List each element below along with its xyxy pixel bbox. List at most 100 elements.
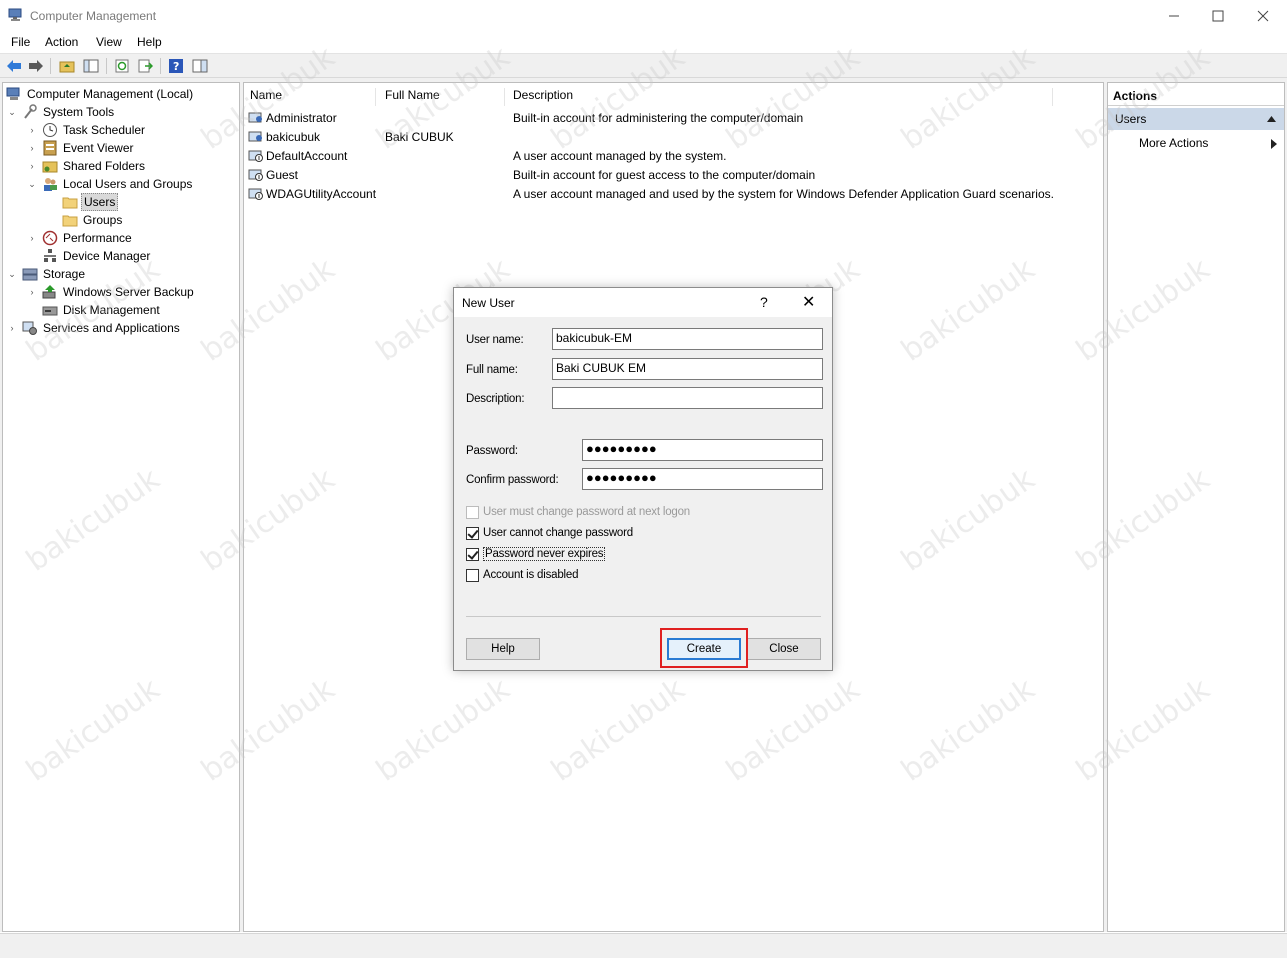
full-name-label: Full name: — [466, 364, 518, 376]
description-field[interactable] — [552, 387, 823, 409]
back-button[interactable] — [5, 57, 23, 75]
checkbox-box[interactable] — [466, 568, 479, 582]
account-disabled-checkbox[interactable]: Account is disabled — [466, 567, 578, 583]
close-dialog-button[interactable]: Close — [747, 638, 821, 660]
cannot-change-password-checkbox[interactable]: User cannot change password — [466, 525, 633, 541]
dialog-close-icon[interactable]: ✕ — [802, 292, 815, 312]
tree-item-shared-folders[interactable]: › Shared Folders — [26, 157, 147, 175]
chevron-right-icon[interactable]: › — [6, 323, 18, 333]
must-change-password-checkbox[interactable]: User must change password at next logon — [466, 504, 690, 520]
column-header-description[interactable]: Description — [507, 88, 1053, 106]
checkbox-label: User cannot change password — [483, 527, 633, 539]
console-tree-icon — [83, 59, 99, 73]
more-actions-item[interactable]: More Actions — [1139, 136, 1279, 152]
description-cell: Built-in account for administering the c… — [513, 111, 804, 125]
tree-item-computer-management[interactable]: Computer Management (Local) — [6, 85, 195, 103]
chevron-right-icon[interactable]: › — [26, 161, 38, 171]
folder-icon — [62, 212, 78, 228]
more-actions-label: More Actions — [1139, 136, 1209, 150]
toolbar-separator — [106, 58, 107, 74]
forward-button[interactable] — [27, 57, 45, 75]
tree-item-services-and-applications[interactable]: › Services and Applications — [6, 319, 182, 337]
table-row[interactable]: bakicubuk Baki CUBUK — [248, 128, 1098, 147]
clock-icon — [42, 122, 58, 138]
dialog-title-bar: New User ? ✕ — [454, 288, 832, 317]
actions-section-users[interactable]: Users — [1108, 108, 1284, 130]
backup-icon — [42, 284, 58, 300]
menu-file[interactable]: File — [11, 35, 30, 49]
tree-item-task-scheduler[interactable]: › Task Scheduler — [26, 121, 147, 139]
column-header-name[interactable]: Name — [244, 88, 376, 106]
collapse-up-icon[interactable] — [1267, 116, 1276, 122]
tree-item-local-users-and-groups[interactable]: ⌄ Local Users and Groups — [26, 175, 194, 193]
checkbox-box[interactable] — [466, 505, 479, 519]
status-bar — [0, 933, 1287, 958]
menu-action[interactable]: Action — [45, 35, 78, 49]
tree-item-users[interactable]: Users — [62, 193, 119, 211]
user-name-label: User name: — [466, 334, 524, 346]
table-row[interactable]: Administrator Built-in account for admin… — [248, 109, 1098, 128]
menu-bar: File Action View Help — [0, 31, 1287, 53]
tree-item-label: Shared Folders — [63, 159, 146, 173]
tree-item-label: Event Viewer — [63, 141, 134, 155]
help-button[interactable]: ? — [167, 57, 185, 75]
user-name-cell: bakicubuk — [266, 130, 321, 144]
tree-item-label: Task Scheduler — [63, 123, 146, 137]
refresh-button[interactable] — [113, 57, 131, 75]
dialog-help-icon[interactable]: ? — [760, 294, 768, 310]
disabled-user-icon — [248, 188, 263, 200]
toolbar: ? — [0, 53, 1287, 78]
menu-view[interactable]: View — [96, 35, 122, 49]
actions-header: Actions — [1108, 86, 1284, 106]
show-hide-tree-button[interactable] — [82, 57, 100, 75]
user-name-cell: DefaultAccount — [266, 149, 348, 163]
up-level-button[interactable] — [58, 57, 76, 75]
tree-item-storage[interactable]: ⌄ Storage — [6, 265, 87, 283]
chevron-right-icon[interactable]: › — [26, 143, 38, 153]
minimize-icon — [1169, 15, 1179, 16]
tree-item-label: Disk Management — [63, 303, 160, 317]
tree-item-event-viewer[interactable]: › Event Viewer — [26, 139, 135, 157]
actions-pane — [1107, 82, 1285, 932]
show-action-pane-button[interactable] — [191, 57, 209, 75]
user-name-field[interactable]: bakicubuk-EM — [552, 328, 823, 350]
user-name-cell: Administrator — [266, 111, 337, 125]
folder-icon — [62, 194, 78, 210]
table-row[interactable]: DefaultAccount A user account managed by… — [248, 147, 1098, 166]
minimize-button[interactable] — [1151, 0, 1197, 31]
tree-item-device-manager[interactable]: Device Manager — [42, 247, 152, 265]
tree-item-windows-server-backup[interactable]: › Windows Server Backup — [26, 283, 196, 301]
table-row[interactable]: Guest Built-in account for guest access … — [248, 166, 1098, 185]
table-row[interactable]: WDAGUtilityAccount A user account manage… — [248, 185, 1098, 204]
help-dialog-button[interactable]: Help — [466, 638, 540, 660]
tree-item-label: Storage — [43, 267, 86, 281]
chevron-down-icon[interactable]: ⌄ — [6, 107, 18, 118]
tree-item-system-tools[interactable]: ⌄ System Tools — [6, 103, 116, 121]
chevron-down-icon[interactable]: ⌄ — [6, 269, 18, 280]
disk-icon — [42, 302, 58, 318]
export-list-button[interactable] — [136, 57, 154, 75]
tree-item-disk-management[interactable]: Disk Management — [42, 301, 162, 319]
checkbox-box[interactable] — [466, 526, 479, 540]
export-icon — [138, 59, 153, 73]
checkbox-box[interactable] — [466, 547, 479, 561]
tree-item-label: Computer Management (Local) — [27, 87, 194, 101]
password-never-expires-checkbox[interactable]: Password never expires — [466, 546, 606, 562]
chevron-right-icon[interactable]: › — [26, 233, 38, 243]
submenu-arrow-icon — [1271, 139, 1277, 149]
tree-item-groups[interactable]: Groups — [62, 211, 124, 229]
close-window-button[interactable] — [1240, 0, 1286, 31]
column-header-full-name[interactable]: Full Name — [379, 88, 505, 106]
menu-help[interactable]: Help — [137, 35, 162, 49]
chevron-right-icon[interactable]: › — [26, 287, 38, 297]
full-name-field[interactable]: Baki CUBUK EM — [552, 358, 823, 380]
forward-arrow-icon — [29, 60, 43, 72]
tree-item-performance[interactable]: › Performance — [26, 229, 134, 247]
maximize-button[interactable] — [1195, 0, 1241, 31]
users-groups-icon — [42, 176, 58, 192]
password-field[interactable]: ●●●●●●●●● — [582, 439, 823, 461]
confirm-password-field[interactable]: ●●●●●●●●● — [582, 468, 823, 490]
user-icon — [248, 131, 262, 142]
chevron-down-icon[interactable]: ⌄ — [26, 179, 38, 190]
chevron-right-icon[interactable]: › — [26, 125, 38, 135]
